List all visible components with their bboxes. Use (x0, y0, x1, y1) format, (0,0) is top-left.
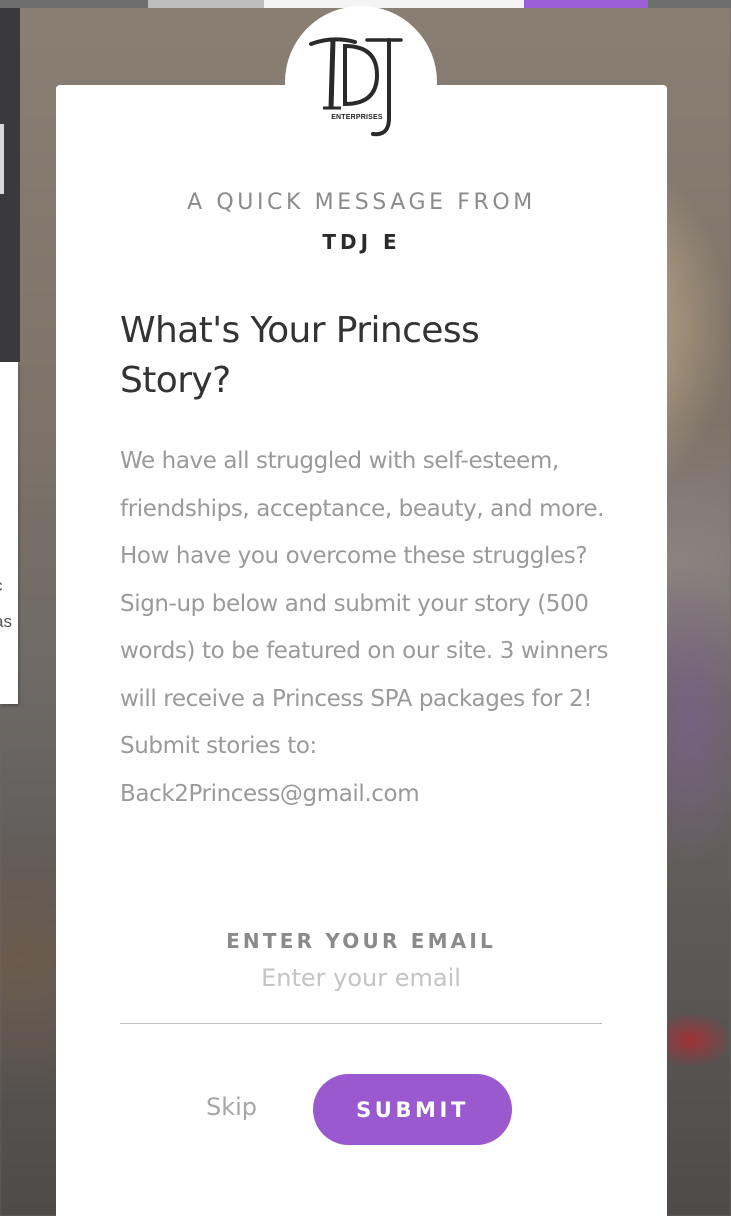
modal-headline: What's Your Princess Story? (120, 310, 480, 401)
email-label: ENTER YOUR EMAIL (226, 929, 496, 953)
modal-body-text: We have all struggled with self-esteem, … (120, 448, 609, 807)
message-kicker: A QUICK MESSAGE FROM (187, 190, 536, 215)
background-top-segment (148, 0, 264, 8)
background-card-text: c (0, 576, 18, 596)
background-card-text: as (0, 612, 12, 631)
skip-link[interactable]: Skip (206, 1093, 266, 1121)
email-input[interactable] (120, 962, 602, 1024)
background-dark-panel (0, 8, 20, 362)
sender-name: TDJ E (322, 230, 401, 254)
logo-subtitle: ENTERPRISES (331, 114, 383, 121)
background-top-accent (524, 0, 648, 8)
background-card: c as (0, 362, 18, 704)
tdj-logo (309, 37, 403, 137)
background-top-segment (264, 0, 524, 8)
background-panel-edge (0, 124, 4, 194)
submit-button[interactable]: SUBMIT (313, 1074, 512, 1145)
